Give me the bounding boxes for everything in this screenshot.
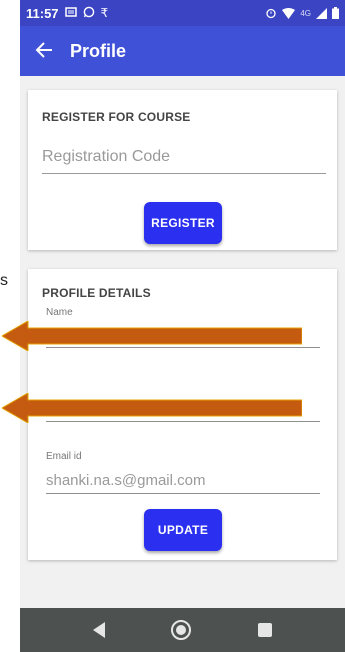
register-button[interactable]: REGISTER	[144, 202, 222, 244]
status-bar: 11:57 ₹ 4G	[20, 0, 345, 26]
network-type: 4G	[300, 8, 311, 18]
email-field-underline	[46, 493, 320, 494]
page-title: Profile	[70, 40, 127, 61]
annotation-arrow-left-icon	[2, 393, 302, 423]
stray-text: s	[0, 272, 8, 289]
status-left-icons: ₹	[64, 6, 109, 20]
nav-back-icon[interactable]	[93, 622, 106, 638]
registration-code-input[interactable]: Registration Code	[42, 148, 326, 174]
app-bar: Profile	[20, 26, 345, 76]
nav-recents-icon[interactable]	[257, 623, 272, 637]
status-right-icons: 4G	[265, 7, 339, 19]
email-field[interactable]: shanki.na.s@gmail.com	[46, 472, 205, 489]
battery-icon	[332, 7, 339, 19]
back-arrow-icon[interactable]	[20, 38, 68, 64]
email-label: Email id	[46, 451, 82, 462]
register-card-heading: REGISTER FOR COURSE	[42, 110, 191, 124]
rupee-icon: ₹	[100, 6, 109, 20]
notes-icon	[64, 7, 77, 17]
name-label: Name	[46, 307, 73, 318]
profile-card-heading: PROFILE DETAILS	[42, 286, 151, 300]
register-course-card: REGISTER FOR COURSE Registration Code RE…	[28, 90, 337, 250]
whatsapp-icon	[83, 6, 94, 18]
signal-4g-icon	[316, 7, 327, 19]
update-button[interactable]: UPDATE	[144, 509, 222, 551]
nav-home-icon[interactable]	[171, 620, 192, 640]
status-time: 11:57	[26, 5, 59, 21]
wifi-icon	[282, 7, 296, 19]
alarm-icon	[266, 8, 276, 19]
annotation-arrow-left-icon	[2, 321, 302, 351]
system-nav-bar	[20, 608, 345, 652]
